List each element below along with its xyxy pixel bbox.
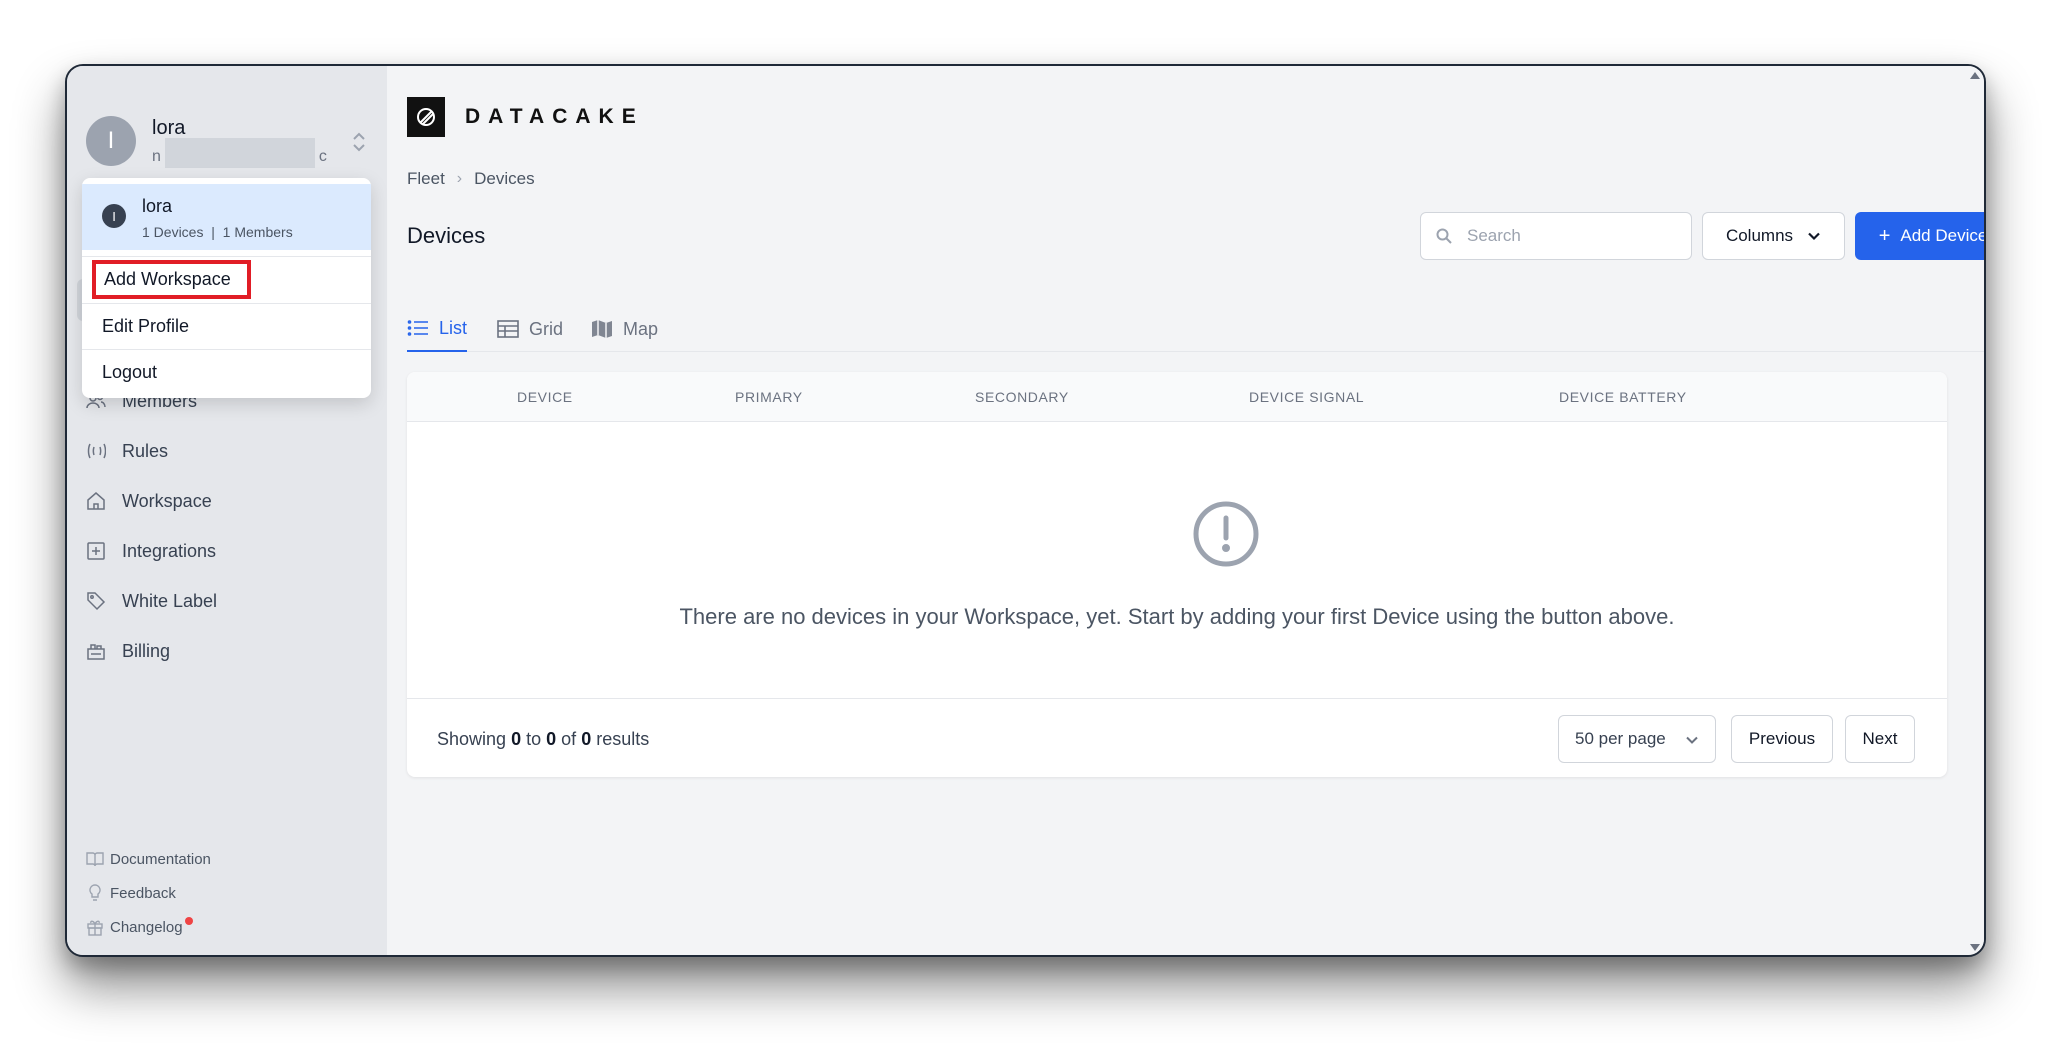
main-content: DATACAKE Fleet › Devices Devices Columns… <box>387 66 1984 955</box>
previous-button[interactable]: Previous <box>1731 715 1833 763</box>
add-workspace-item[interactable]: Add Workspace <box>82 256 371 302</box>
tag-icon <box>87 592 106 611</box>
changelog-link[interactable]: Changelog <box>86 916 193 938</box>
per-page-select[interactable]: 50 per page <box>1558 715 1716 763</box>
column-header-device-signal[interactable]: DEVICE SIGNAL <box>1249 389 1364 405</box>
map-icon <box>592 320 612 338</box>
sidebar-item-billing[interactable]: Billing <box>86 636 346 666</box>
per-page-value: 50 per page <box>1575 729 1666 748</box>
sidebar-item-label: Billing <box>122 640 171 661</box>
sidebar-item-label: White Label <box>122 590 218 611</box>
breadcrumb-devices[interactable]: Devices <box>474 169 534 189</box>
search-input[interactable] <box>1467 226 1647 246</box>
chevron-right-icon: › <box>456 170 463 187</box>
book-icon <box>86 852 104 867</box>
results-summary: Showing 0 to 0 of 0 results <box>437 729 650 749</box>
sidebar-item-workspace[interactable]: Workspace <box>86 486 346 516</box>
home-icon <box>87 492 105 510</box>
scroll-up-arrow[interactable] <box>1970 72 1980 79</box>
add-device-button[interactable]: + Add Device <box>1855 212 1986 260</box>
tab-label: List <box>439 317 468 338</box>
edit-profile-item[interactable]: Edit Profile <box>82 303 371 349</box>
page-title: Devices <box>407 223 486 248</box>
documentation-label: Documentation <box>110 850 211 868</box>
plus-square-icon <box>87 542 105 560</box>
add-device-label: Add Device <box>1900 226 1986 245</box>
add-workspace-label[interactable]: Add Workspace <box>92 260 251 299</box>
list-icon <box>407 320 428 336</box>
documentation-link[interactable]: Documentation <box>86 848 211 870</box>
billing-icon <box>87 644 105 660</box>
chevron-down-icon <box>1686 736 1698 744</box>
table-icon <box>497 320 519 338</box>
app-window: I lora nc I lora 1 Devices | 1 Members A… <box>65 64 1986 957</box>
workspace-dropdown: I lora 1 Devices | 1 Members Add Workspa… <box>82 178 371 398</box>
workspace-avatar: I <box>102 204 126 228</box>
feedback-link[interactable]: Feedback <box>86 882 176 904</box>
changelog-badge <box>184 917 193 925</box>
workspace-name: lora <box>142 196 173 216</box>
user-name: lora <box>152 117 186 139</box>
sidebar-item-integrations[interactable]: Integrations <box>86 536 346 566</box>
column-header-device[interactable]: DEVICE <box>517 389 573 405</box>
gift-icon <box>87 920 103 936</box>
column-header-device-battery[interactable]: DEVICE BATTERY <box>1559 389 1687 405</box>
lightbulb-icon <box>89 884 101 901</box>
rules-icon <box>87 443 106 459</box>
feedback-label: Feedback <box>110 884 176 902</box>
breadcrumb: Fleet › Devices <box>407 169 535 189</box>
sidebar-item-label: Integrations <box>122 540 217 561</box>
scroll-down-arrow[interactable] <box>1970 944 1980 951</box>
tab-grid[interactable]: Grid <box>497 306 563 352</box>
column-header-primary[interactable]: PRIMARY <box>735 389 803 405</box>
tab-map[interactable]: Map <box>591 306 658 352</box>
user-email: nc <box>152 138 327 168</box>
user-switcher[interactable]: I lora nc <box>86 116 365 174</box>
sidebar-item-label: Workspace <box>122 490 212 511</box>
plus-icon: + <box>1878 224 1891 247</box>
sidebar-item-label: Rules <box>122 440 169 461</box>
brand-name: DATACAKE <box>465 105 644 128</box>
devices-table: DEVICE PRIMARY SECONDARY DEVICE SIGNAL D… <box>407 372 1947 777</box>
exclamation-circle-icon <box>1193 501 1259 567</box>
search-field[interactable] <box>1420 212 1692 260</box>
table-header: DEVICE PRIMARY SECONDARY DEVICE SIGNAL D… <box>407 372 1947 422</box>
chevron-down-icon <box>1808 232 1820 241</box>
avatar: I <box>86 116 136 166</box>
search-icon <box>1436 228 1452 244</box>
chevron-up-down-icon[interactable] <box>350 130 368 154</box>
workspace-meta: 1 Devices | 1 Members <box>142 224 293 240</box>
sidebar-item-white-label[interactable]: White Label <box>86 586 346 616</box>
sidebar: I lora nc I lora 1 Devices | 1 Members A… <box>67 66 387 955</box>
tab-list[interactable]: List <box>407 306 468 352</box>
breadcrumb-fleet[interactable]: Fleet <box>407 169 445 189</box>
tab-label: Grid <box>529 318 564 339</box>
redacted-email <box>164 138 315 168</box>
tab-label: Map <box>623 318 659 339</box>
empty-state-message: There are no devices in your Workspace, … <box>679 604 1675 629</box>
changelog-label: Changelog <box>110 918 183 936</box>
table-footer: Showing 0 to 0 of 0 results 50 per page … <box>407 698 1947 777</box>
column-header-secondary[interactable]: SECONDARY <box>975 389 1069 405</box>
columns-button[interactable]: Columns <box>1702 212 1845 260</box>
logo-mark <box>407 97 445 137</box>
logout-item[interactable]: Logout <box>82 349 371 395</box>
brand-logo[interactable]: DATACAKE <box>407 97 644 137</box>
workspace-item[interactable]: I lora 1 Devices | 1 Members <box>82 184 371 250</box>
next-button[interactable]: Next <box>1845 715 1915 763</box>
sidebar-item-rules[interactable]: Rules <box>86 436 346 466</box>
columns-label: Columns <box>1725 226 1794 245</box>
